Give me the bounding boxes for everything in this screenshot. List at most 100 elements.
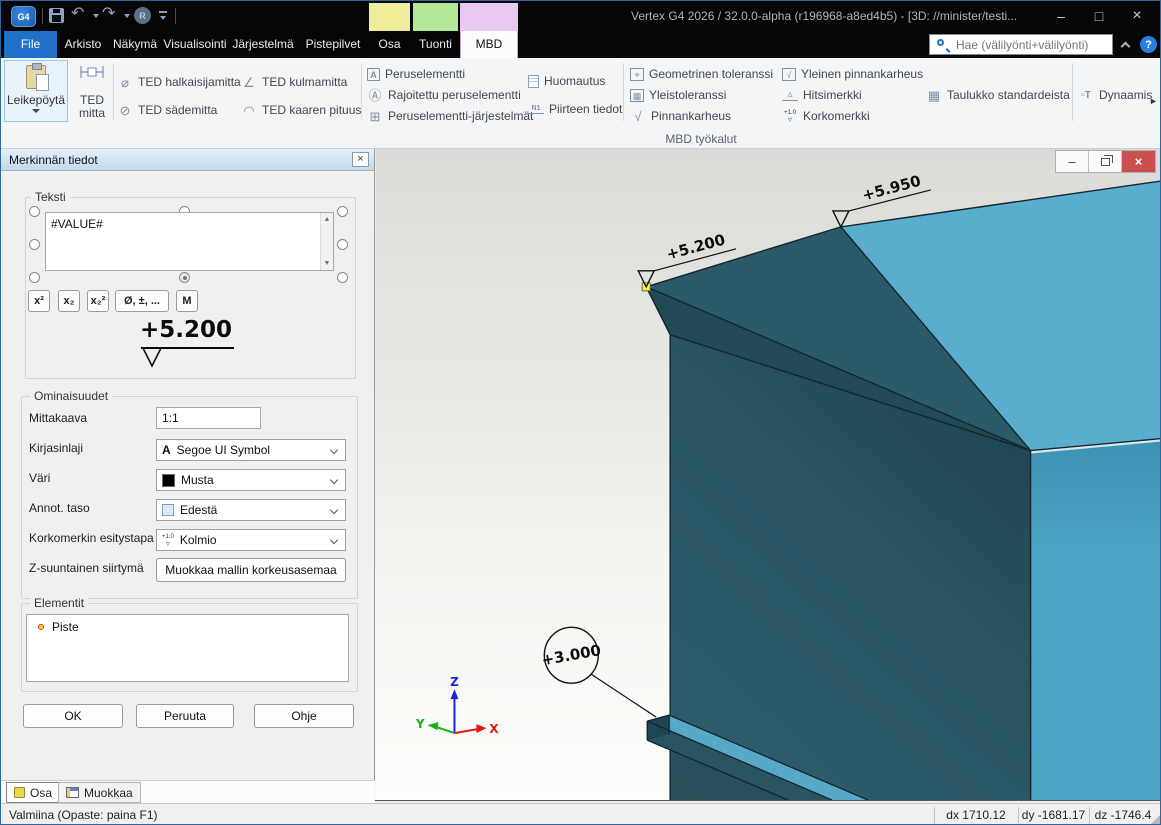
datum-system-icon: ⊞ [367, 109, 383, 124]
scroll-down-icon[interactable]: ▼ [321, 260, 333, 267]
tab-pistepilvet[interactable]: Pistepilvet [299, 31, 367, 58]
elements-listbox[interactable]: Piste [26, 614, 349, 682]
help-button[interactable]: Ohje [254, 704, 354, 728]
redo-dropdown-icon[interactable] [124, 14, 130, 18]
ribbon-item-huomautus[interactable]: Huomautus [528, 72, 605, 90]
subscript-button[interactable]: x₂ [58, 290, 80, 312]
tab-jarjestelma[interactable]: Järjestelmä [229, 31, 297, 58]
help-icon[interactable]: ? [1140, 36, 1157, 53]
text-anchor-radio-bottom-right[interactable] [337, 272, 348, 283]
ribbon-item-yleistoleranssi[interactable]: ▦ Yleistoleranssi [630, 86, 726, 104]
special-characters-button[interactable]: Ø, ±, ... [115, 290, 169, 312]
ribbon-separator [623, 63, 624, 121]
search-input[interactable] [954, 35, 1109, 54]
table-icon: ▦ [926, 88, 942, 103]
edit-model-elevation-button[interactable]: Muokkaa mallin korkeusasemaa [156, 558, 346, 582]
ribbon-item-peruselementti-jarjestelmat[interactable]: ⊞ Peruselementti-järjestelmät [367, 107, 533, 125]
mdi-restore-button[interactable] [1089, 151, 1122, 172]
arc-icon: ◠ [241, 103, 257, 118]
ribbon-item-hitsimerkki[interactable]: ▵ Hitsimerkki [782, 86, 862, 104]
ribbon-item-piirteen-tiedot[interactable]: N1 Piirteen tiedot [528, 100, 622, 118]
tab-mbd[interactable]: MBD [460, 31, 518, 58]
ribbon-item-korkomerkki[interactable]: +1.0▿ Korkomerkki [782, 107, 870, 125]
customize-toolbar-icon[interactable] [159, 11, 167, 13]
ribbon-item-pinnankarheus[interactable]: √ Pinnankarheus [630, 107, 731, 125]
mdi-minimize-button[interactable]: – [1056, 151, 1089, 172]
elevation-mark-icon: +1.0▿ [162, 534, 174, 547]
scroll-up-icon[interactable]: ▲ [321, 216, 333, 223]
ribbon-item-ted-kaaren-pituus[interactable]: ◠ TED kaaren pituus [241, 101, 361, 119]
model-text-button[interactable]: M [176, 290, 198, 312]
geometric-tolerance-icon: ⌖ [630, 68, 644, 81]
text-anchor-radio-middle-left[interactable] [29, 239, 40, 250]
ted-mitta-button[interactable]: TED mitta [73, 64, 111, 120]
redo-icon[interactable]: ↷ [102, 3, 115, 23]
resize-grip[interactable] [1150, 814, 1161, 825]
ribbon-item-yleinen-pinnankarheus[interactable]: √ Yleinen pinnankarheus [782, 65, 923, 83]
3d-viewport[interactable]: +5.200 +5.950 +3.000 Z X Y [375, 149, 1161, 801]
ok-button[interactable]: OK [23, 704, 123, 728]
ribbon-item-taulukko-standardeista[interactable]: ▦ Taulukko standardeista [926, 86, 1070, 104]
superscript-button[interactable]: x² [28, 290, 50, 312]
general-tolerance-icon: ▦ [630, 89, 644, 102]
annotation-plane-label: Annot. taso [29, 501, 90, 515]
text-anchor-radio-top-left[interactable] [29, 206, 40, 217]
clipboard-button[interactable]: Leikepöytä [4, 60, 68, 122]
font-select[interactable]: A Segoe UI Symbol [156, 439, 346, 461]
mdi-close-button[interactable]: × [1122, 151, 1155, 172]
list-item[interactable]: Piste [27, 615, 348, 634]
ribbon-item-ted-halkaisijamitta[interactable]: ⌀ TED halkaisijamitta [117, 73, 241, 91]
color-select[interactable]: Musta [156, 469, 346, 491]
tab-osa[interactable]: Osa [369, 31, 410, 58]
textarea-scrollbar[interactable]: ▲ ▼ [320, 213, 333, 270]
elevation-style-select[interactable]: +1.0▿ Kolmio [156, 529, 346, 551]
status-dz: dz -1746.4 [1089, 804, 1157, 825]
cancel-button[interactable]: Peruuta [136, 704, 234, 728]
radius-icon: ⊘ [117, 103, 133, 118]
close-button[interactable]: × [1118, 1, 1156, 30]
tab-nakyma[interactable]: Näkymä [109, 31, 161, 58]
text-anchor-radio-bottom-left[interactable] [29, 272, 40, 283]
scale-input[interactable] [156, 407, 261, 429]
search-box[interactable] [929, 34, 1113, 55]
ribbon-item-dynaaminen[interactable]: ▫T Dynaamis [1078, 86, 1154, 104]
svg-text:Y: Y [415, 717, 425, 731]
tab-arkisto[interactable]: Arkisto [59, 31, 107, 58]
text-anchor-radio-bottom-center[interactable] [179, 272, 190, 283]
r-button[interactable]: R [134, 7, 151, 24]
ribbon-item-ted-sademitta[interactable]: ⊘ TED sädemitta [117, 101, 217, 119]
cube-icon [162, 504, 174, 516]
dialog-title: Merkinnän tiedot [1, 149, 374, 171]
maximize-button[interactable]: □ [1080, 1, 1118, 30]
text-anchor-radio-middle-right[interactable] [337, 239, 348, 250]
text-anchor-radio-top-right[interactable] [337, 206, 348, 217]
tab-visualisointi[interactable]: Visualisointi [163, 31, 227, 58]
app-logo[interactable]: G4 [11, 6, 36, 27]
title-bar: G4 ↶ ↷ R Vertex G4 2026 / 32.0.0-alpha (… [1, 1, 1161, 58]
dialog-close-button[interactable]: × [352, 152, 369, 167]
undo-dropdown-icon[interactable] [93, 14, 99, 18]
ribbon-item-geometrinen-toleranssi[interactable]: ⌖ Geometrinen toleranssi [630, 65, 773, 83]
save-icon[interactable] [49, 8, 64, 23]
annotation-text-input[interactable]: #VALUE# ▲ ▼ [45, 212, 334, 271]
tab-highlight-tuonti [413, 3, 458, 31]
ribbon-item-rajoitettu-peruselementti[interactable]: Ⓐ Rajoitettu peruselementti [367, 86, 521, 104]
window-title: Vertex G4 2026 / 32.0.0-alpha (r196968-a… [631, 1, 1017, 31]
model-face-lower-wall[interactable] [1031, 442, 1161, 800]
undo-icon[interactable]: ↶ [71, 3, 84, 23]
tab-file[interactable]: File [4, 31, 57, 58]
chevron-down-icon [32, 109, 40, 113]
edit-window-icon [66, 787, 79, 798]
ribbon-item-ted-kulmamitta[interactable]: ∠ TED kulmamitta [241, 73, 347, 91]
model-faces[interactable] [646, 181, 1161, 800]
document-tab-muokkaa[interactable]: Muokkaa [58, 782, 141, 803]
restore-icon [1101, 158, 1110, 166]
surface-roughness-icon: √ [630, 109, 646, 124]
document-tab-osa[interactable]: Osa [6, 782, 60, 803]
ribbon-overflow-arrow[interactable]: ► [1149, 96, 1158, 106]
ribbon-item-peruselementti[interactable]: A Peruselementti [367, 65, 465, 83]
super-subscript-button[interactable]: x₂² [87, 290, 109, 312]
minimize-button[interactable]: – [1042, 1, 1080, 30]
tab-tuonti[interactable]: Tuonti [413, 31, 458, 58]
annotation-plane-select[interactable]: Edestä [156, 499, 346, 521]
